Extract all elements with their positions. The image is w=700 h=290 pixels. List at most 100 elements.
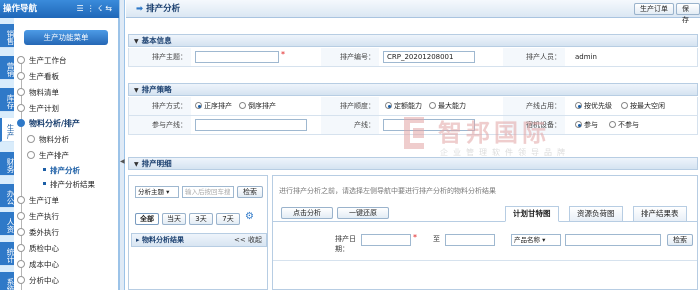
filter-search-button[interactable]: 检索: [667, 234, 693, 246]
code-label: 排产编号：: [321, 48, 379, 66]
strategy-row-2: 参与产线： 产线： 宿机设备： 参与 不参与: [128, 116, 698, 135]
nav-item-board[interactable]: 生产看板: [17, 71, 59, 82]
main-area: ➡ 排产分析 生产订单 保存 ▼ 基本信息 排产主题： * 排产编号： CRP_20…: [126, 0, 700, 290]
save-button[interactable]: 保存: [676, 3, 700, 24]
collapse-arrow-icon[interactable]: ◀: [120, 158, 125, 165]
vtab-system[interactable]: 系统: [0, 272, 15, 290]
quick-7days-button[interactable]: 7天: [216, 213, 240, 225]
radio-on-icon: [385, 102, 392, 109]
person-label: 排产人员：: [503, 48, 565, 66]
radio-off-icon: [239, 102, 246, 109]
nav-item-sched-result[interactable]: 排产分析结果: [43, 179, 95, 190]
line-join-input[interactable]: [195, 119, 307, 131]
code-input[interactable]: CRP_20201208001: [383, 51, 475, 63]
triangle-down-icon: ▼: [134, 87, 139, 94]
section-strategy[interactable]: ▼ 排产策略: [128, 83, 698, 96]
quick-today-button[interactable]: 当天: [162, 213, 186, 225]
nav-item-plan[interactable]: 生产计划: [17, 103, 59, 114]
divider-line: [273, 260, 697, 261]
mode-option-reverse[interactable]: 倒序排产: [239, 97, 276, 115]
node-icon: [17, 72, 25, 80]
basic-row: 排产主题： * 排产编号： CRP_20201208001 排产人员： admi…: [128, 48, 698, 67]
vtab-finance[interactable]: 财务: [0, 152, 15, 176]
nav-item-sched-analysis[interactable]: 排产分析: [43, 165, 80, 176]
device-option-skip[interactable]: 不参与: [609, 116, 639, 134]
nav-item-orders[interactable]: 生产订单: [17, 195, 59, 206]
vtab-stats[interactable]: 统计: [0, 242, 15, 266]
node-icon: [17, 212, 25, 220]
material-result-header[interactable]: ▸ 物料分析结果 << 收起: [131, 233, 267, 247]
hint-text: 进行排产分析之前，请选择左侧导航中要进行排产分析的物料分析结果: [279, 187, 496, 195]
required-mark: *: [413, 233, 417, 242]
tab-result-table[interactable]: 排产结果表: [633, 206, 687, 222]
production-order-button[interactable]: 生产订单: [634, 3, 674, 15]
panel-divider[interactable]: ◀: [119, 0, 125, 290]
required-mark: *: [281, 50, 285, 59]
reset-button[interactable]: 一键还原: [337, 207, 389, 219]
nav-item-outsourcing[interactable]: 委外执行: [17, 227, 59, 238]
line-option-idle[interactable]: 按最大空闲: [621, 97, 665, 115]
triangle-down-icon: ▼: [134, 38, 139, 45]
tab-gantt[interactable]: 计划甘特图: [505, 206, 559, 222]
nav-item-analytics[interactable]: 分析中心: [17, 275, 59, 286]
mode-label: 排产方式：: [129, 97, 191, 115]
page-title: ➡ 排产分析: [136, 0, 180, 18]
end-date-input[interactable]: [445, 234, 495, 246]
search-input[interactable]: 输入后按回车搜: [182, 186, 234, 198]
menu-button[interactable]: 生产功能菜单: [24, 30, 108, 45]
node-icon: [17, 56, 25, 64]
radio-off-icon: [429, 102, 436, 109]
mode-option-forward[interactable]: 正序排产: [195, 97, 232, 115]
line-option-priority[interactable]: 按优先级: [575, 97, 612, 115]
nav-item-workbench[interactable]: 生产工作台: [17, 55, 67, 66]
analyze-button[interactable]: 点击分析: [281, 207, 333, 219]
nav-item-execution[interactable]: 生产执行: [17, 211, 59, 222]
nav-item-material-analysis[interactable]: 物料分析: [27, 134, 69, 145]
collapse-link[interactable]: << 收起: [234, 234, 262, 246]
bullet-icon: [43, 182, 46, 185]
nav-header-icons[interactable]: ☰⋮☇⇆: [77, 0, 115, 18]
nav-item-scheduling[interactable]: 生产排产: [27, 150, 69, 161]
radio-on-icon: [195, 102, 202, 109]
vtab-office[interactable]: 办公: [0, 184, 15, 208]
node-icon: [27, 135, 35, 143]
gear-icon[interactable]: ⚙: [245, 211, 254, 222]
left-filter-panel: 分析主题 ▾ 输入后按回车搜 检索 全部 当天 3天 7天 ⚙ ▸ 物料分析结果…: [128, 175, 268, 290]
radio-off-icon: [621, 102, 628, 109]
name-label: 排产主题：: [129, 48, 191, 66]
nav-item-analysis-group[interactable]: 物料分析/排产: [17, 118, 80, 129]
person-value: admin: [575, 53, 597, 61]
vtab-production[interactable]: 生产: [0, 118, 15, 142]
device-option-join[interactable]: 参与: [575, 116, 598, 134]
section-basic[interactable]: ▼ 基本信息: [128, 34, 698, 47]
priority-label: 排产顺度：: [321, 97, 379, 115]
nav-item-quality[interactable]: 质检中心: [17, 243, 59, 254]
start-date-input[interactable]: [361, 234, 411, 246]
right-result-panel: 进行排产分析之前，请选择左侧导航中要进行排产分析的物料分析结果 点击分析 一键还…: [272, 175, 698, 290]
nav-item-cost[interactable]: 成本中心: [17, 259, 59, 270]
node-icon: [17, 276, 25, 284]
name-input[interactable]: [195, 51, 279, 63]
priority-option-quota[interactable]: 定额能力: [385, 97, 422, 115]
quick-all-button[interactable]: 全部: [135, 213, 159, 225]
node-icon: [17, 228, 25, 236]
vtab-sales[interactable]: 销售: [0, 24, 15, 48]
vtab-marketing[interactable]: 营销: [0, 56, 15, 80]
vtab-hr[interactable]: 人资: [0, 212, 15, 236]
arrow-right-icon: ➡: [136, 4, 144, 14]
priority-option-max[interactable]: 最大能力: [429, 97, 466, 115]
radio-on-icon: [575, 102, 582, 109]
node-icon: [27, 151, 35, 159]
product-input[interactable]: [565, 234, 661, 246]
search-button[interactable]: 检索: [237, 186, 263, 198]
vtab-inventory[interactable]: 库存: [0, 88, 15, 112]
cap-input[interactable]: [383, 119, 475, 131]
strategy-row-1: 排产方式： 正序排产 倒序排产 排产顺度： 定额能力 最大能力 产线占用： 按优…: [128, 97, 698, 116]
quick-3days-button[interactable]: 3天: [189, 213, 213, 225]
tab-load[interactable]: 资源负荷图: [569, 206, 623, 222]
nav-item-bom[interactable]: 物料清单: [17, 87, 59, 98]
radio-on-icon: [575, 121, 582, 128]
topic-select[interactable]: 分析主题 ▾: [135, 186, 179, 198]
product-select[interactable]: 产品名称 ▾: [511, 234, 561, 246]
section-detail[interactable]: ▼ 排产明细: [128, 157, 698, 170]
